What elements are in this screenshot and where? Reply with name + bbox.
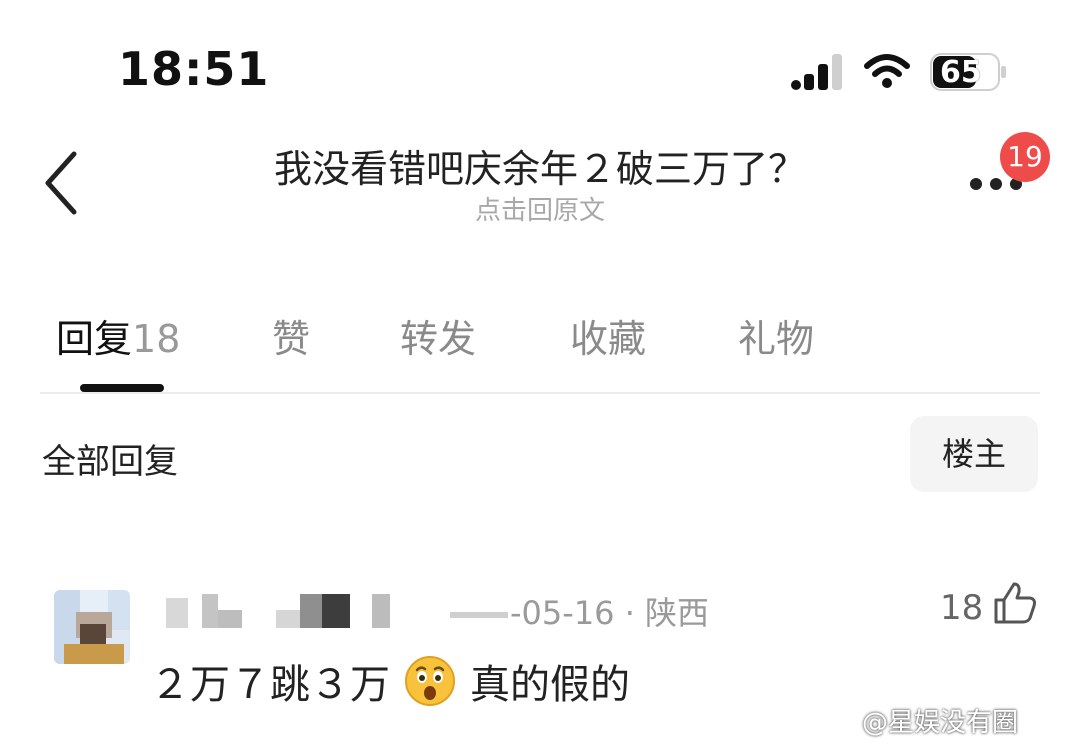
reply-text: ２万７跳３万 — [150, 662, 390, 708]
wifi-icon — [864, 54, 910, 88]
like-count: 18 — [940, 588, 984, 628]
notification-badge: 19 — [1000, 132, 1050, 182]
avatar[interactable] — [54, 590, 130, 664]
back-button[interactable] — [40, 148, 84, 218]
battery-level: 65 — [940, 55, 982, 90]
view-original-link[interactable]: 点击回原文 — [390, 190, 690, 227]
battery-indicator: 65 — [930, 52, 1008, 92]
cellular-signal-icon — [791, 54, 842, 90]
date-year-blurred — [450, 612, 508, 618]
op-only-button[interactable]: 楼主 — [910, 416, 1038, 492]
tab-reposts[interactable]: 转发 — [400, 308, 476, 363]
tab-favorites[interactable]: 收藏 — [570, 308, 646, 363]
reply-text-tail: 真的假的 — [470, 662, 630, 708]
tab-replies[interactable]: 回复18 — [56, 308, 180, 363]
active-tab-indicator — [80, 384, 164, 392]
tab-gifts[interactable]: 礼物 — [738, 308, 814, 363]
reply-content: ２万７跳３万 真的假的 — [150, 652, 630, 710]
tab-divider — [40, 392, 1040, 394]
reply-meta: -05-16 · 陕西 — [450, 588, 709, 634]
more-dots-icon — [970, 178, 982, 190]
tab-count: 18 — [132, 317, 181, 361]
username-blurred[interactable] — [166, 592, 394, 628]
watermark: @星娱没有圈 — [862, 708, 1019, 738]
post-title: 我没看错吧庆余年２破三万了？ — [273, 147, 806, 191]
tab-likes[interactable]: 赞 — [272, 308, 310, 363]
surprised-face-icon — [405, 656, 455, 706]
tab-label: 回复 — [56, 317, 133, 361]
all-replies-label: 全部回复 — [42, 442, 178, 482]
reply-date-location: -05-16 · 陕西 — [510, 594, 710, 632]
thumbs-up-icon[interactable] — [992, 580, 1038, 626]
status-time: 18:51 — [118, 42, 270, 96]
chevron-left-icon — [45, 151, 77, 215]
